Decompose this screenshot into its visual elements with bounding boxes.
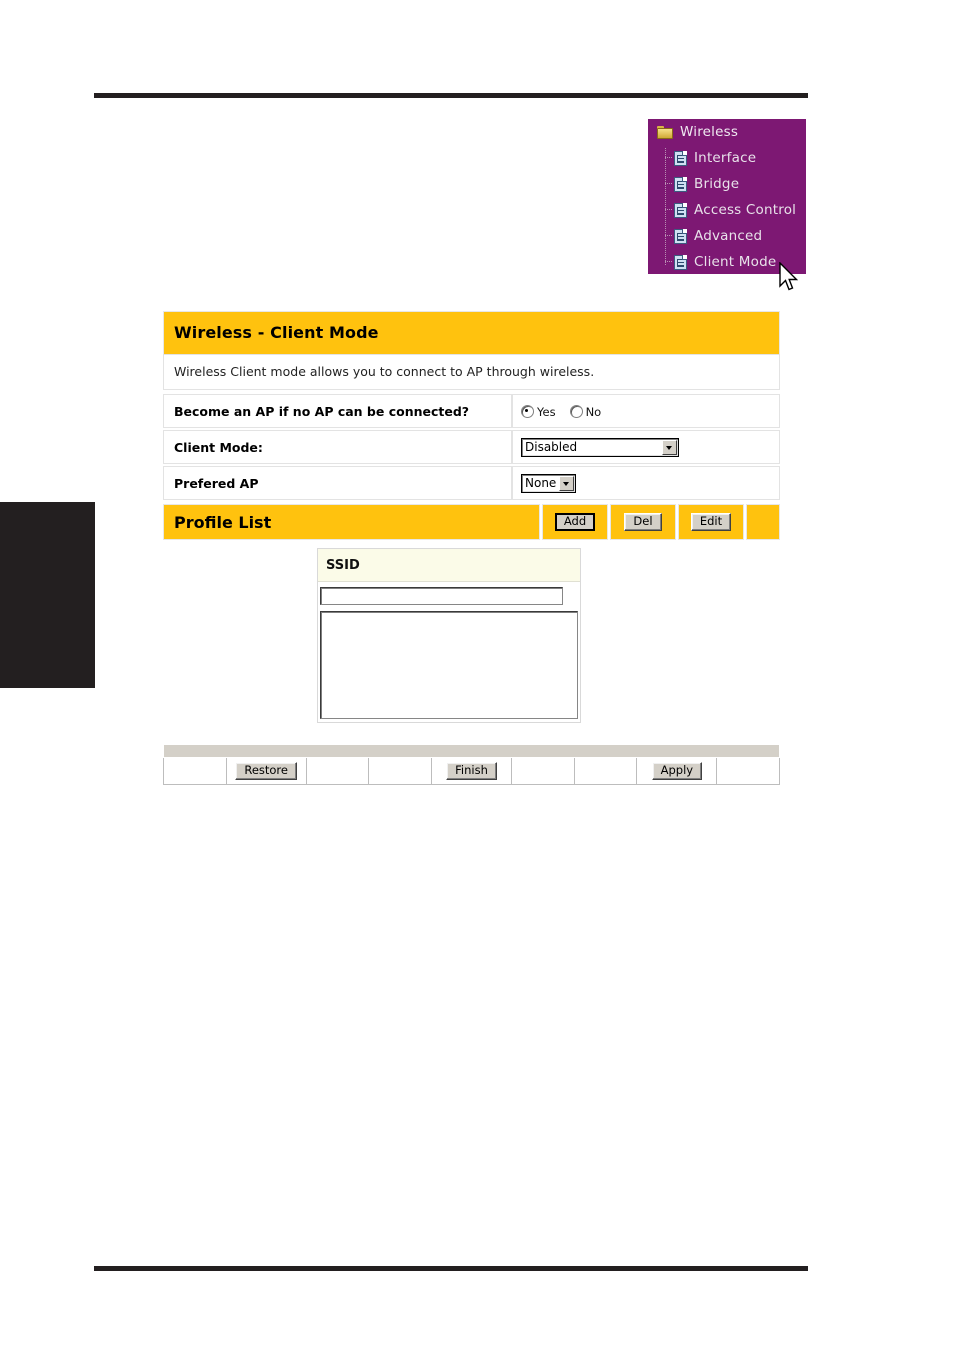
table-row: Client Mode: Disabled bbox=[163, 430, 780, 464]
profile-bar-spacer bbox=[746, 504, 780, 540]
action-pad-1 bbox=[307, 758, 370, 784]
preferred-ap-select[interactable]: None bbox=[521, 473, 576, 493]
client-mode-value-cell: Disabled bbox=[512, 430, 780, 464]
chevron-down-icon[interactable] bbox=[662, 439, 677, 455]
profile-list-bar: Profile List Add Del Edit bbox=[163, 504, 780, 540]
nav-item-access-control-label: Access Control bbox=[694, 202, 797, 218]
nav-item-wireless[interactable]: Wireless bbox=[648, 119, 806, 145]
action-bar-spacer bbox=[163, 744, 780, 758]
del-button-cell: Del bbox=[610, 504, 676, 540]
become-ap-radio-group[interactable]: Yes No bbox=[521, 404, 779, 419]
table-row: Prefered AP None bbox=[163, 466, 780, 500]
preferred-ap-label: Prefered AP bbox=[163, 466, 512, 500]
become-ap-no-label: No bbox=[585, 404, 602, 419]
mouse-pointer-icon bbox=[779, 262, 799, 291]
add-button-cell: Add bbox=[542, 504, 608, 540]
nav-item-bridge-label: Bridge bbox=[694, 176, 740, 192]
wireless-client-mode-panel: Wireless - Client Mode Wireless Client m… bbox=[163, 311, 780, 540]
edit-button-cell: Edit bbox=[678, 504, 744, 540]
become-ap-label: Become an AP if no AP can be connected? bbox=[163, 394, 512, 428]
action-pad-left bbox=[164, 758, 227, 784]
ssid-column-header: SSID bbox=[318, 549, 580, 582]
action-pad-3 bbox=[512, 758, 575, 784]
nav-item-interface[interactable]: Interface bbox=[648, 145, 806, 171]
panel-description: Wireless Client mode allows you to conne… bbox=[163, 354, 780, 390]
nav-item-wireless-label: Wireless bbox=[680, 124, 739, 140]
del-button[interactable]: Del bbox=[624, 513, 662, 531]
chevron-down-icon[interactable] bbox=[559, 475, 574, 491]
nav-item-bridge[interactable]: Bridge bbox=[648, 171, 806, 197]
nav-item-advanced[interactable]: Advanced bbox=[648, 223, 806, 249]
ssid-listbox[interactable] bbox=[320, 611, 578, 719]
page-icon bbox=[674, 202, 687, 218]
preferred-ap-value-cell: None bbox=[512, 466, 780, 500]
action-pad-2 bbox=[369, 758, 433, 784]
page-icon bbox=[674, 228, 687, 244]
apply-button-cell: Apply bbox=[637, 758, 718, 784]
page-bottom-rule bbox=[94, 1266, 808, 1271]
client-mode-label: Client Mode: bbox=[163, 430, 512, 464]
nav-item-client-mode-label: Client Mode bbox=[694, 254, 777, 270]
nav-item-access-control[interactable]: Access Control bbox=[648, 197, 806, 223]
ssid-input[interactable] bbox=[320, 586, 563, 605]
become-ap-value-cell: Yes No bbox=[512, 394, 780, 428]
page-icon bbox=[674, 150, 687, 166]
restore-button-cell: Restore bbox=[227, 758, 307, 784]
action-bar: Restore Finish Apply bbox=[163, 744, 780, 785]
ssid-input-row bbox=[318, 582, 580, 610]
client-mode-form: Become an AP if no AP can be connected? … bbox=[163, 392, 780, 502]
page-top-rule bbox=[94, 93, 808, 98]
nav-item-advanced-label: Advanced bbox=[694, 228, 763, 244]
ssid-panel: SSID bbox=[317, 548, 581, 723]
action-bar-cells: Restore Finish Apply bbox=[163, 758, 780, 785]
become-ap-yes-radio[interactable] bbox=[521, 404, 534, 418]
restore-button[interactable]: Restore bbox=[235, 762, 297, 780]
page-title: Wireless - Client Mode bbox=[163, 311, 780, 354]
apply-button[interactable]: Apply bbox=[651, 762, 703, 780]
folder-icon bbox=[657, 125, 673, 139]
add-button[interactable]: Add bbox=[554, 513, 596, 531]
action-pad-4 bbox=[575, 758, 638, 784]
client-mode-selected-value: Disabled bbox=[525, 440, 578, 454]
client-mode-select[interactable]: Disabled bbox=[521, 437, 679, 457]
preferred-ap-selected-value: None bbox=[525, 476, 557, 490]
wireless-nav-menu: Wireless Interface Bridge Access Control… bbox=[648, 119, 806, 274]
become-ap-no-radio[interactable] bbox=[569, 404, 583, 418]
finish-button[interactable]: Finish bbox=[446, 762, 497, 780]
profile-list-title: Profile List bbox=[163, 504, 540, 540]
nav-item-interface-label: Interface bbox=[694, 150, 757, 166]
finish-button-cell: Finish bbox=[432, 758, 513, 784]
page-side-tab bbox=[0, 502, 95, 688]
page-icon bbox=[674, 254, 687, 270]
become-ap-yes-label: Yes bbox=[537, 404, 556, 419]
action-pad-right bbox=[717, 758, 779, 784]
page-icon bbox=[674, 176, 687, 192]
table-row: Become an AP if no AP can be connected? … bbox=[163, 394, 780, 428]
edit-button[interactable]: Edit bbox=[690, 513, 732, 531]
